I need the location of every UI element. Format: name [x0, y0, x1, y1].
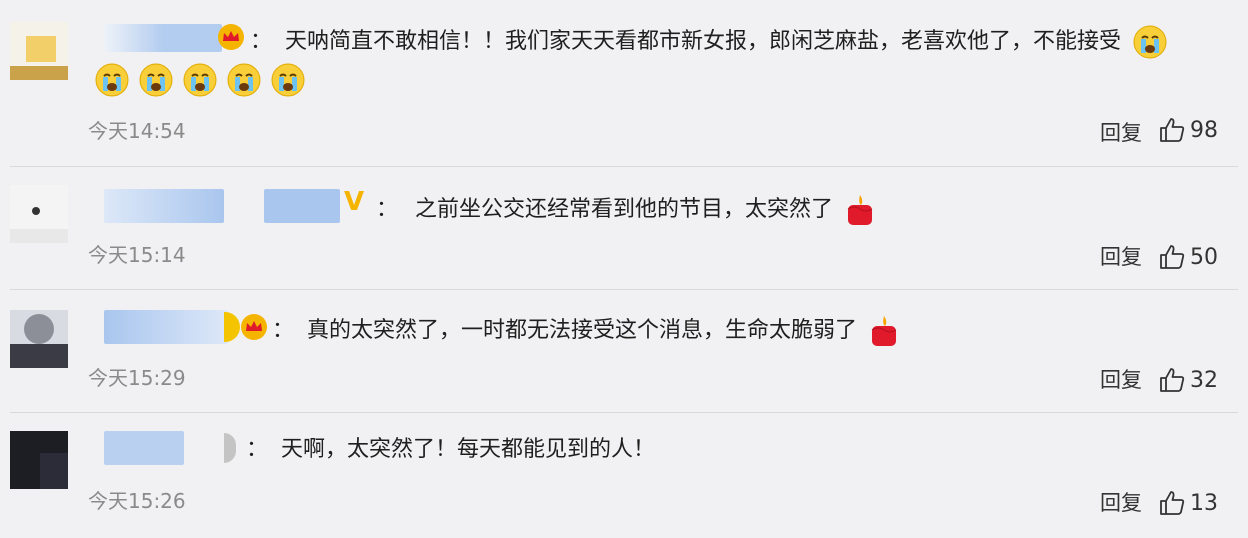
comment-body: 天啊，太突然了！每天都能见到的人！ [281, 437, 656, 462]
thumbs-up-icon [1160, 118, 1185, 142]
avatar[interactable] [10, 431, 68, 489]
like-button[interactable]: 13 [1158, 489, 1218, 517]
comment-time: 今天15:29 [88, 366, 186, 390]
comment-text: ： 天啊，太突然了！每天都能见到的人！ [246, 435, 655, 465]
comment-body: 之前坐公交还经常看到他的节目，太突然了 [415, 197, 834, 222]
comment-text: ： 之前坐公交还经常看到他的节目，太突然了 [376, 193, 876, 227]
crying-face-icon [95, 63, 129, 97]
like-button[interactable]: 50 [1158, 243, 1218, 271]
comment-time: 今天14:54 [88, 119, 186, 143]
like-button[interactable]: 98 [1158, 116, 1218, 144]
username-blurred[interactable] [264, 189, 340, 223]
username-blurred[interactable] [104, 189, 224, 223]
emoji-row [94, 62, 306, 98]
separator: ： [272, 318, 295, 343]
username-blurred[interactable] [104, 24, 222, 52]
yellow-half-badge-icon [224, 312, 240, 342]
reply-button[interactable]: 回复 [1100, 241, 1142, 271]
vip-crown-icon [218, 24, 244, 50]
reply-button[interactable]: 回复 [1100, 364, 1142, 394]
comment-1: ： 天呐简直不敢相信！！我们家天天看都市新女报，郎闲芝麻盐，老喜欢他了，不能接受… [0, 0, 1248, 166]
candle-icon [847, 195, 873, 225]
thumbs-up-icon [1160, 491, 1185, 515]
like-count: 13 [1190, 490, 1218, 516]
crying-face-icon [227, 63, 261, 97]
crying-face-icon [183, 63, 217, 97]
like-count: 98 [1190, 117, 1218, 143]
verified-v-icon: V [344, 187, 365, 217]
like-button[interactable]: 32 [1158, 366, 1218, 394]
comment-text: ： 真的太突然了，一时都无法接受这个消息，生命太脆弱了 [272, 314, 900, 348]
comment-3: ： 真的太突然了，一时都无法接受这个消息，生命太脆弱了 今天15:29 回复 3… [0, 290, 1248, 412]
comment-text: ： 天呐简直不敢相信！！我们家天天看都市新女报，郎闲芝麻盐，老喜欢他了，不能接受 [250, 24, 1168, 60]
reply-button[interactable]: 回复 [1100, 117, 1142, 147]
reply-button[interactable]: 回复 [1100, 487, 1142, 517]
crying-face-icon [271, 63, 305, 97]
comment-body: 天呐简直不敢相信！！我们家天天看都市新女报，郎闲芝麻盐，老喜欢他了，不能接受 [285, 29, 1122, 54]
avatar[interactable] [10, 185, 68, 243]
username-blurred[interactable] [104, 310, 228, 344]
comment-2: V ： 之前坐公交还经常看到他的节目，太突然了 今天15:14 回复 50 [0, 167, 1248, 289]
crying-face-icon [1133, 25, 1167, 59]
separator: ： [246, 437, 269, 462]
comment-time: 今天15:14 [88, 243, 186, 267]
like-count: 50 [1190, 244, 1218, 270]
avatar[interactable] [10, 22, 68, 80]
separator: ： [250, 29, 273, 54]
thumbs-up-icon [1160, 368, 1185, 392]
like-count: 32 [1190, 367, 1218, 393]
gray-half-badge-icon [224, 433, 236, 463]
comment-4: ： 天啊，太突然了！每天都能见到的人！ 今天15:26 回复 13 [0, 413, 1248, 538]
crying-face-icon [139, 63, 173, 97]
comment-time: 今天15:26 [88, 489, 186, 513]
username-blurred[interactable] [104, 431, 184, 465]
thumbs-up-icon [1160, 245, 1185, 269]
separator: ： [376, 197, 399, 222]
comment-body: 真的太突然了，一时都无法接受这个消息，生命太脆弱了 [307, 318, 858, 343]
avatar[interactable] [10, 310, 68, 368]
candle-icon [871, 316, 897, 346]
vip-crown-icon [241, 314, 267, 340]
